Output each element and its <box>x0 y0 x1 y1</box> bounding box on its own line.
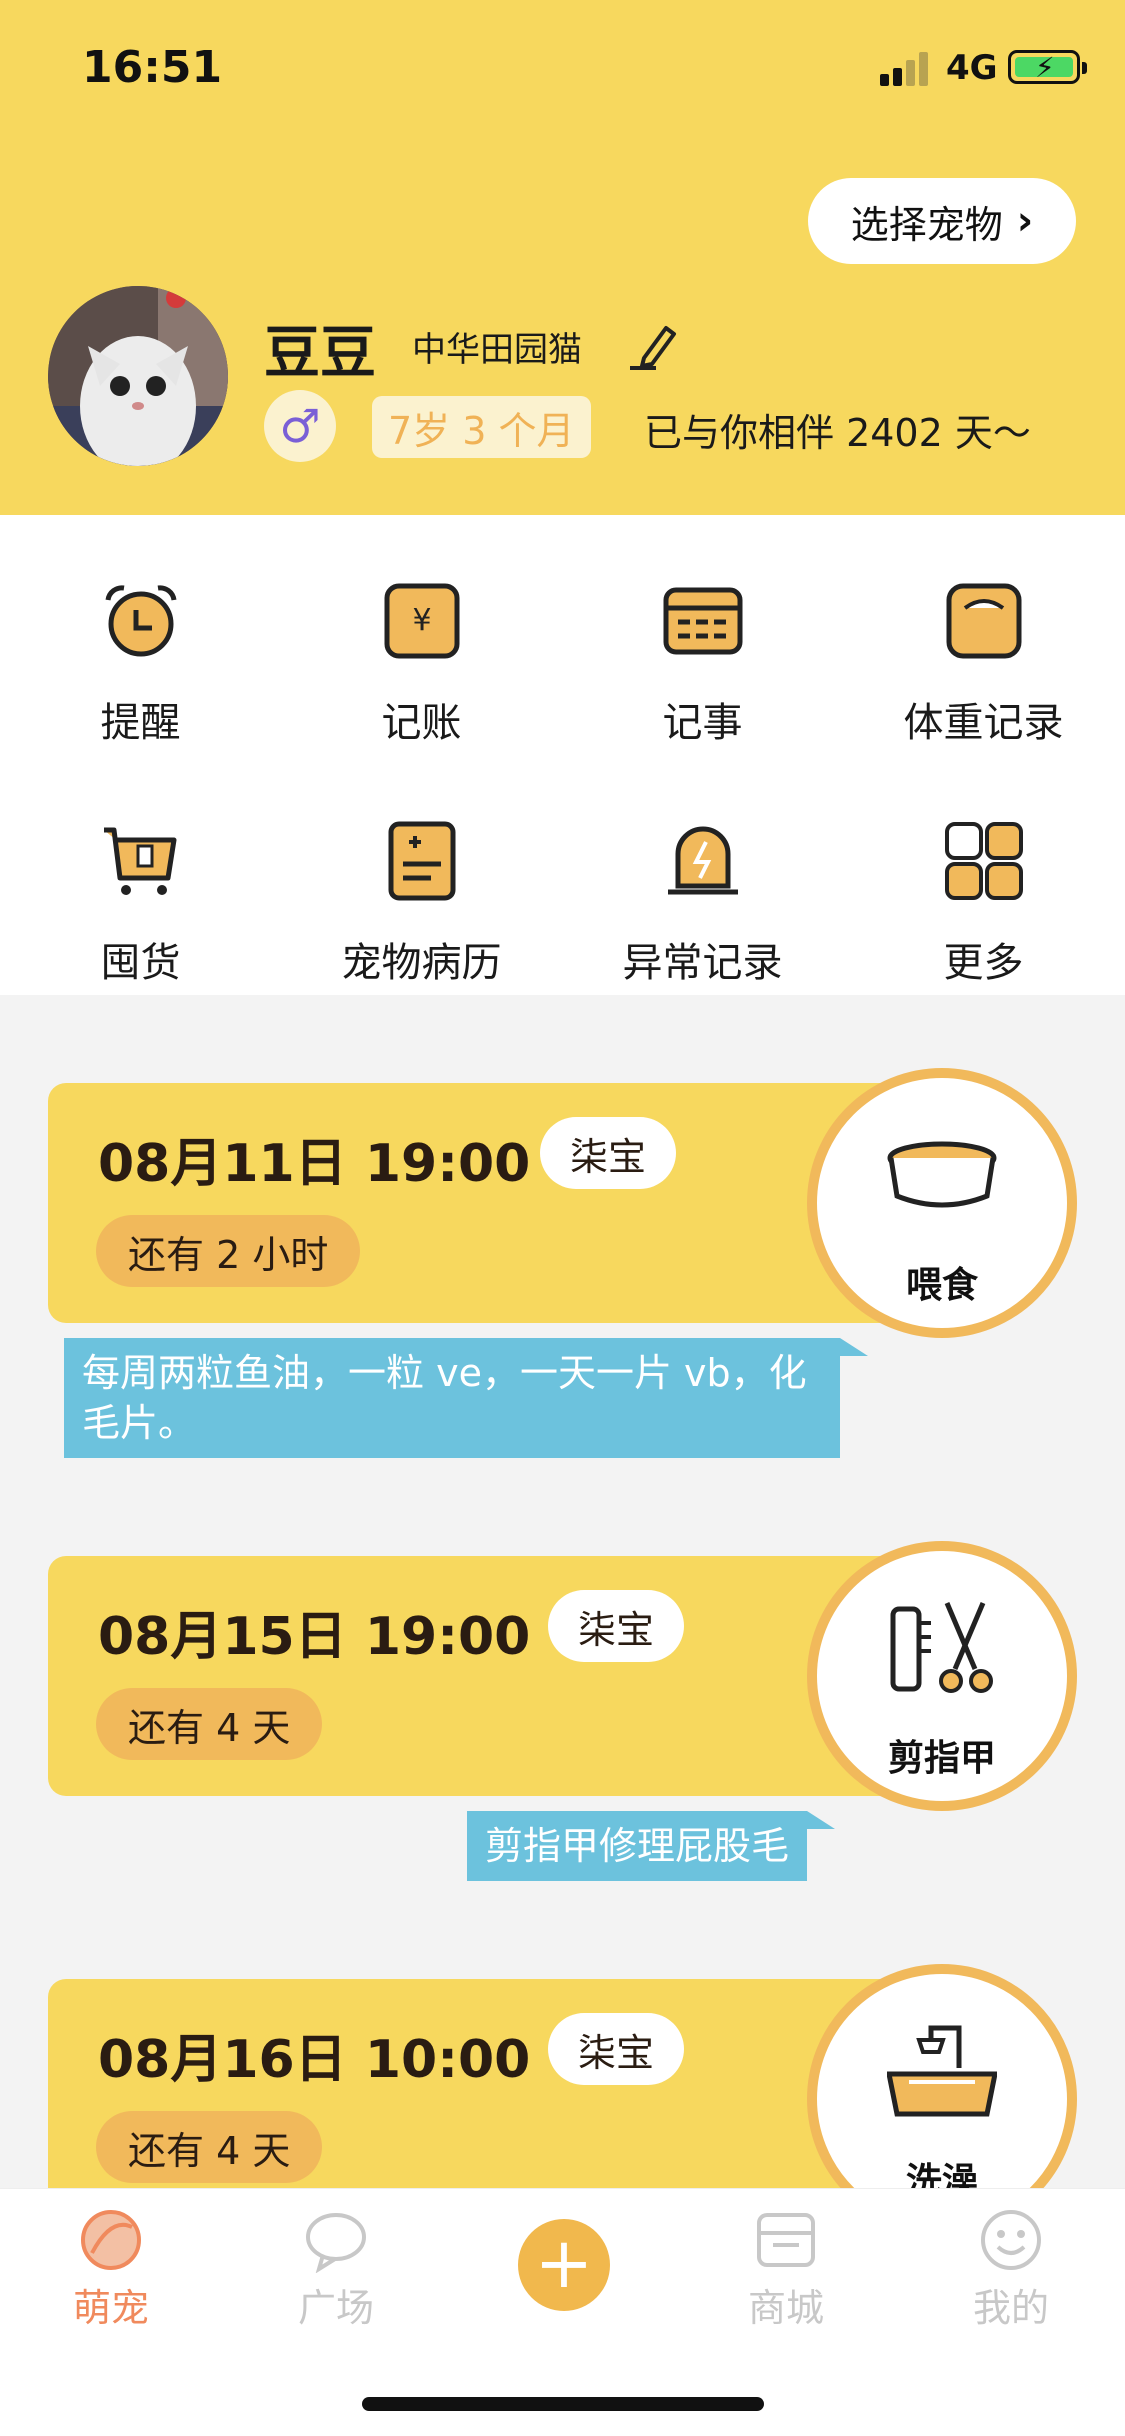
reminder-datetime: 08月16日 10:00 <box>98 2030 531 2090</box>
reminder-note: 剪指甲修理屁股毛 <box>467 1811 836 1881</box>
profile-header: 16:51 4G ⚡ 选择宠物 › 豆豆 中华田园猫 ♂ 7岁 3 个月 已与你… <box>0 0 1125 515</box>
tab-pets[interactable]: 萌宠 <box>36 2207 186 2332</box>
reminder-datetime: 08月15日 19:00 <box>98 1607 531 1667</box>
function-label: 记账 <box>381 700 462 746</box>
male-gender-icon: ♂ <box>264 390 336 462</box>
reminder-card[interactable]: 08月11日 19:00 柒宝 还有 2 小时 <box>48 1083 908 1323</box>
tab-label: 广场 <box>297 2286 374 2330</box>
add-button[interactable]: + <box>518 2219 610 2311</box>
pet-name: 豆豆 <box>264 321 376 386</box>
tab-store[interactable]: 商城 <box>711 2207 861 2332</box>
pet-breed: 中华田园猫 <box>412 330 582 370</box>
grid-more-icon <box>945 822 1023 900</box>
tab-label: 萌宠 <box>72 2286 149 2330</box>
function-ledger[interactable]: ¥ 记账 <box>281 540 562 746</box>
reminder-type-label: 喂食 <box>905 1265 978 1306</box>
function-weight[interactable]: 体重记录 <box>843 540 1124 746</box>
function-label: 提醒 <box>100 700 181 746</box>
select-pet-button[interactable]: 选择宠物 › <box>808 178 1076 264</box>
signal-icon <box>880 50 936 86</box>
select-pet-label: 选择宠物 <box>850 202 1003 247</box>
bowl-icon <box>887 1141 997 1208</box>
reminder-type-circle[interactable]: 剪指甲 <box>807 1541 1077 1811</box>
cart-icon <box>104 827 177 895</box>
store-icon <box>757 2213 815 2267</box>
function-abnormal[interactable]: 异常记录 <box>562 780 843 986</box>
function-remind[interactable]: 提醒 <box>0 540 281 746</box>
yuan-ledger-icon: ¥ <box>384 583 460 659</box>
chevron-right-icon: › <box>1016 198 1034 244</box>
calendar-icon <box>663 587 743 655</box>
smiley-icon <box>981 2210 1041 2270</box>
reminder-note-text: 剪指甲修理屁股毛 <box>485 1824 790 1868</box>
reminder-pet-tag: 柒宝 <box>548 2013 685 2085</box>
function-label: 宠物病历 <box>341 940 502 986</box>
reminder-type-circle[interactable]: 喂食 <box>807 1068 1077 1338</box>
tab-label: 商城 <box>747 2286 824 2330</box>
function-label: 异常记录 <box>622 940 783 986</box>
reminder-note: 每周两粒鱼油，一粒 ve，一天一片 vb，化毛片。 <box>64 1338 868 1458</box>
tab-label: 我的 <box>972 2286 1049 2330</box>
function-label: 记事 <box>662 700 743 746</box>
function-medical[interactable]: 宠物病历 <box>281 780 562 986</box>
scale-icon <box>946 583 1022 659</box>
network-label: 4G <box>946 48 998 88</box>
function-label: 囤货 <box>100 940 181 986</box>
function-label: 更多 <box>943 940 1024 986</box>
age-badge: 7岁 3 个月 <box>372 396 591 458</box>
reminder-note-text: 每周两粒鱼油，一粒 ve，一天一片 vb，化毛片。 <box>82 1351 807 1445</box>
alarm-clock-icon <box>105 585 177 657</box>
function-grid: 提醒 ¥ 记账 记事 体重记录 囤货 宠物病历 异常记录 更多 <box>0 515 1125 995</box>
reminder-datetime: 08月11日 19:00 <box>98 1134 531 1194</box>
reminder-type-label: 剪指甲 <box>887 1738 996 1779</box>
svg-text:¥: ¥ <box>412 603 431 638</box>
function-more[interactable]: 更多 <box>843 780 1124 986</box>
pet-home-icon <box>81 2210 141 2270</box>
chat-bubble-icon <box>306 2213 366 2273</box>
tab-square[interactable]: 广场 <box>261 2207 411 2332</box>
function-label: 体重记录 <box>903 700 1064 746</box>
medical-record-icon <box>388 821 456 901</box>
function-notes[interactable]: 记事 <box>562 540 843 746</box>
reminder-pet-tag: 柒宝 <box>540 1117 677 1189</box>
function-stock[interactable]: 囤货 <box>0 780 281 986</box>
accompany-days: 已与你相伴 2402 天～ <box>644 411 1031 455</box>
pet-avatar[interactable] <box>48 286 228 466</box>
pencil-edit-icon[interactable] <box>626 318 682 374</box>
home-indicator <box>362 2397 764 2411</box>
status-time: 16:51 <box>82 42 223 93</box>
reminder-card[interactable]: 08月16日 10:00 柒宝 还有 4 天 <box>48 1979 908 2219</box>
warning-lamp-icon <box>668 826 738 895</box>
reminder-card[interactable]: 08月15日 19:00 柒宝 还有 4 天 <box>48 1556 908 1796</box>
bathtub-icon <box>887 2025 997 2117</box>
reminder-remaining: 还有 2 小时 <box>96 1215 361 1287</box>
battery-icon: ⚡ <box>1008 50 1087 84</box>
tab-mine[interactable]: 我的 <box>936 2207 1086 2332</box>
reminder-pet-tag: 柒宝 <box>548 1590 685 1662</box>
comb-scissors-icon <box>890 1602 993 1693</box>
reminder-remaining: 还有 4 天 <box>96 2111 323 2183</box>
reminder-remaining: 还有 4 天 <box>96 1688 323 1760</box>
